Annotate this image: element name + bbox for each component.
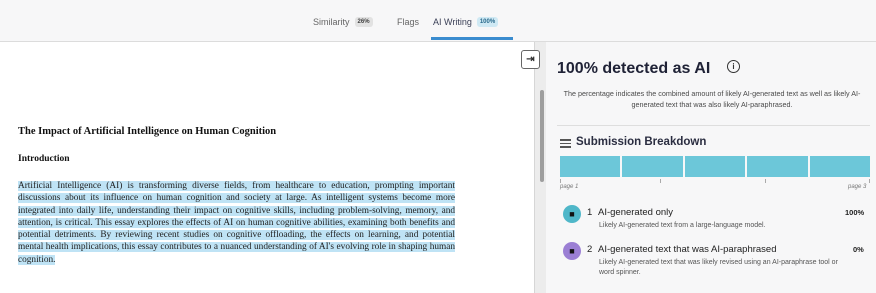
tab-ai-writing-label: AI Writing bbox=[433, 17, 472, 27]
tab-flags-label: Flags bbox=[397, 17, 420, 27]
document-paragraph: Artificial Intelligence (AI) is transfor… bbox=[18, 180, 455, 266]
category-1-label[interactable]: AI-generated only bbox=[598, 207, 673, 218]
page-end-label: page 3 bbox=[848, 184, 867, 190]
category-2-percent: 0% bbox=[853, 245, 864, 254]
category-2-label[interactable]: AI-generated text that was AI-paraphrase… bbox=[598, 244, 777, 255]
tab-flags[interactable]: Flags bbox=[397, 14, 419, 30]
tab-ai-writing[interactable]: AI Writing 100% bbox=[433, 14, 499, 30]
tab-similarity-label: Similarity bbox=[313, 17, 350, 27]
ai-writing-badge: 100% bbox=[476, 17, 499, 27]
similarity-badge: 26% bbox=[354, 17, 373, 27]
category-2-number: 2 bbox=[587, 244, 593, 255]
page-start-label: page 1 bbox=[560, 184, 579, 190]
panel-separator bbox=[557, 125, 870, 126]
collapse-panel-button[interactable]: ⇥ bbox=[521, 50, 540, 69]
document-scrollbar[interactable] bbox=[540, 90, 544, 182]
info-icon[interactable]: i bbox=[727, 60, 740, 73]
paraphrase-robot-icon: ■ bbox=[563, 242, 581, 260]
category-1-description: Likely AI-generated text from a large-la… bbox=[599, 222, 766, 229]
submission-breakdown-title: Submission Breakdown bbox=[576, 136, 707, 148]
ai-detection-description: The percentage indicates the combined am… bbox=[563, 89, 861, 109]
document-heading: Introduction bbox=[18, 154, 70, 164]
breakdown-segment bbox=[684, 156, 746, 177]
robot-icon: ■ bbox=[563, 205, 581, 223]
tab-similarity[interactable]: Similarity 26% bbox=[313, 14, 373, 30]
ai-highlighted-text[interactable]: Artificial Intelligence (AI) is transfor… bbox=[18, 181, 455, 265]
breakdown-segment bbox=[747, 156, 808, 177]
breakdown-segment bbox=[560, 156, 621, 177]
submission-breakdown-bar[interactable] bbox=[560, 156, 871, 177]
top-tab-bar: Similarity 26% Flags AI Writing 100% bbox=[0, 0, 876, 42]
category-1-percent: 100% bbox=[845, 208, 865, 217]
ai-detection-title: 100% detected as AI bbox=[557, 60, 711, 77]
collapse-arrow-icon: ⇥ bbox=[526, 54, 535, 65]
active-tab-indicator bbox=[431, 37, 513, 40]
breakdown-segment bbox=[809, 156, 871, 177]
document-title: The Impact of Artificial Intelligence on… bbox=[18, 126, 277, 137]
breakdown-segment bbox=[622, 156, 683, 177]
list-icon bbox=[560, 139, 571, 148]
page-ticks bbox=[560, 179, 870, 183]
category-2-description: Likely AI-generated text that was likely… bbox=[599, 259, 838, 276]
category-1-number: 1 bbox=[587, 207, 593, 218]
